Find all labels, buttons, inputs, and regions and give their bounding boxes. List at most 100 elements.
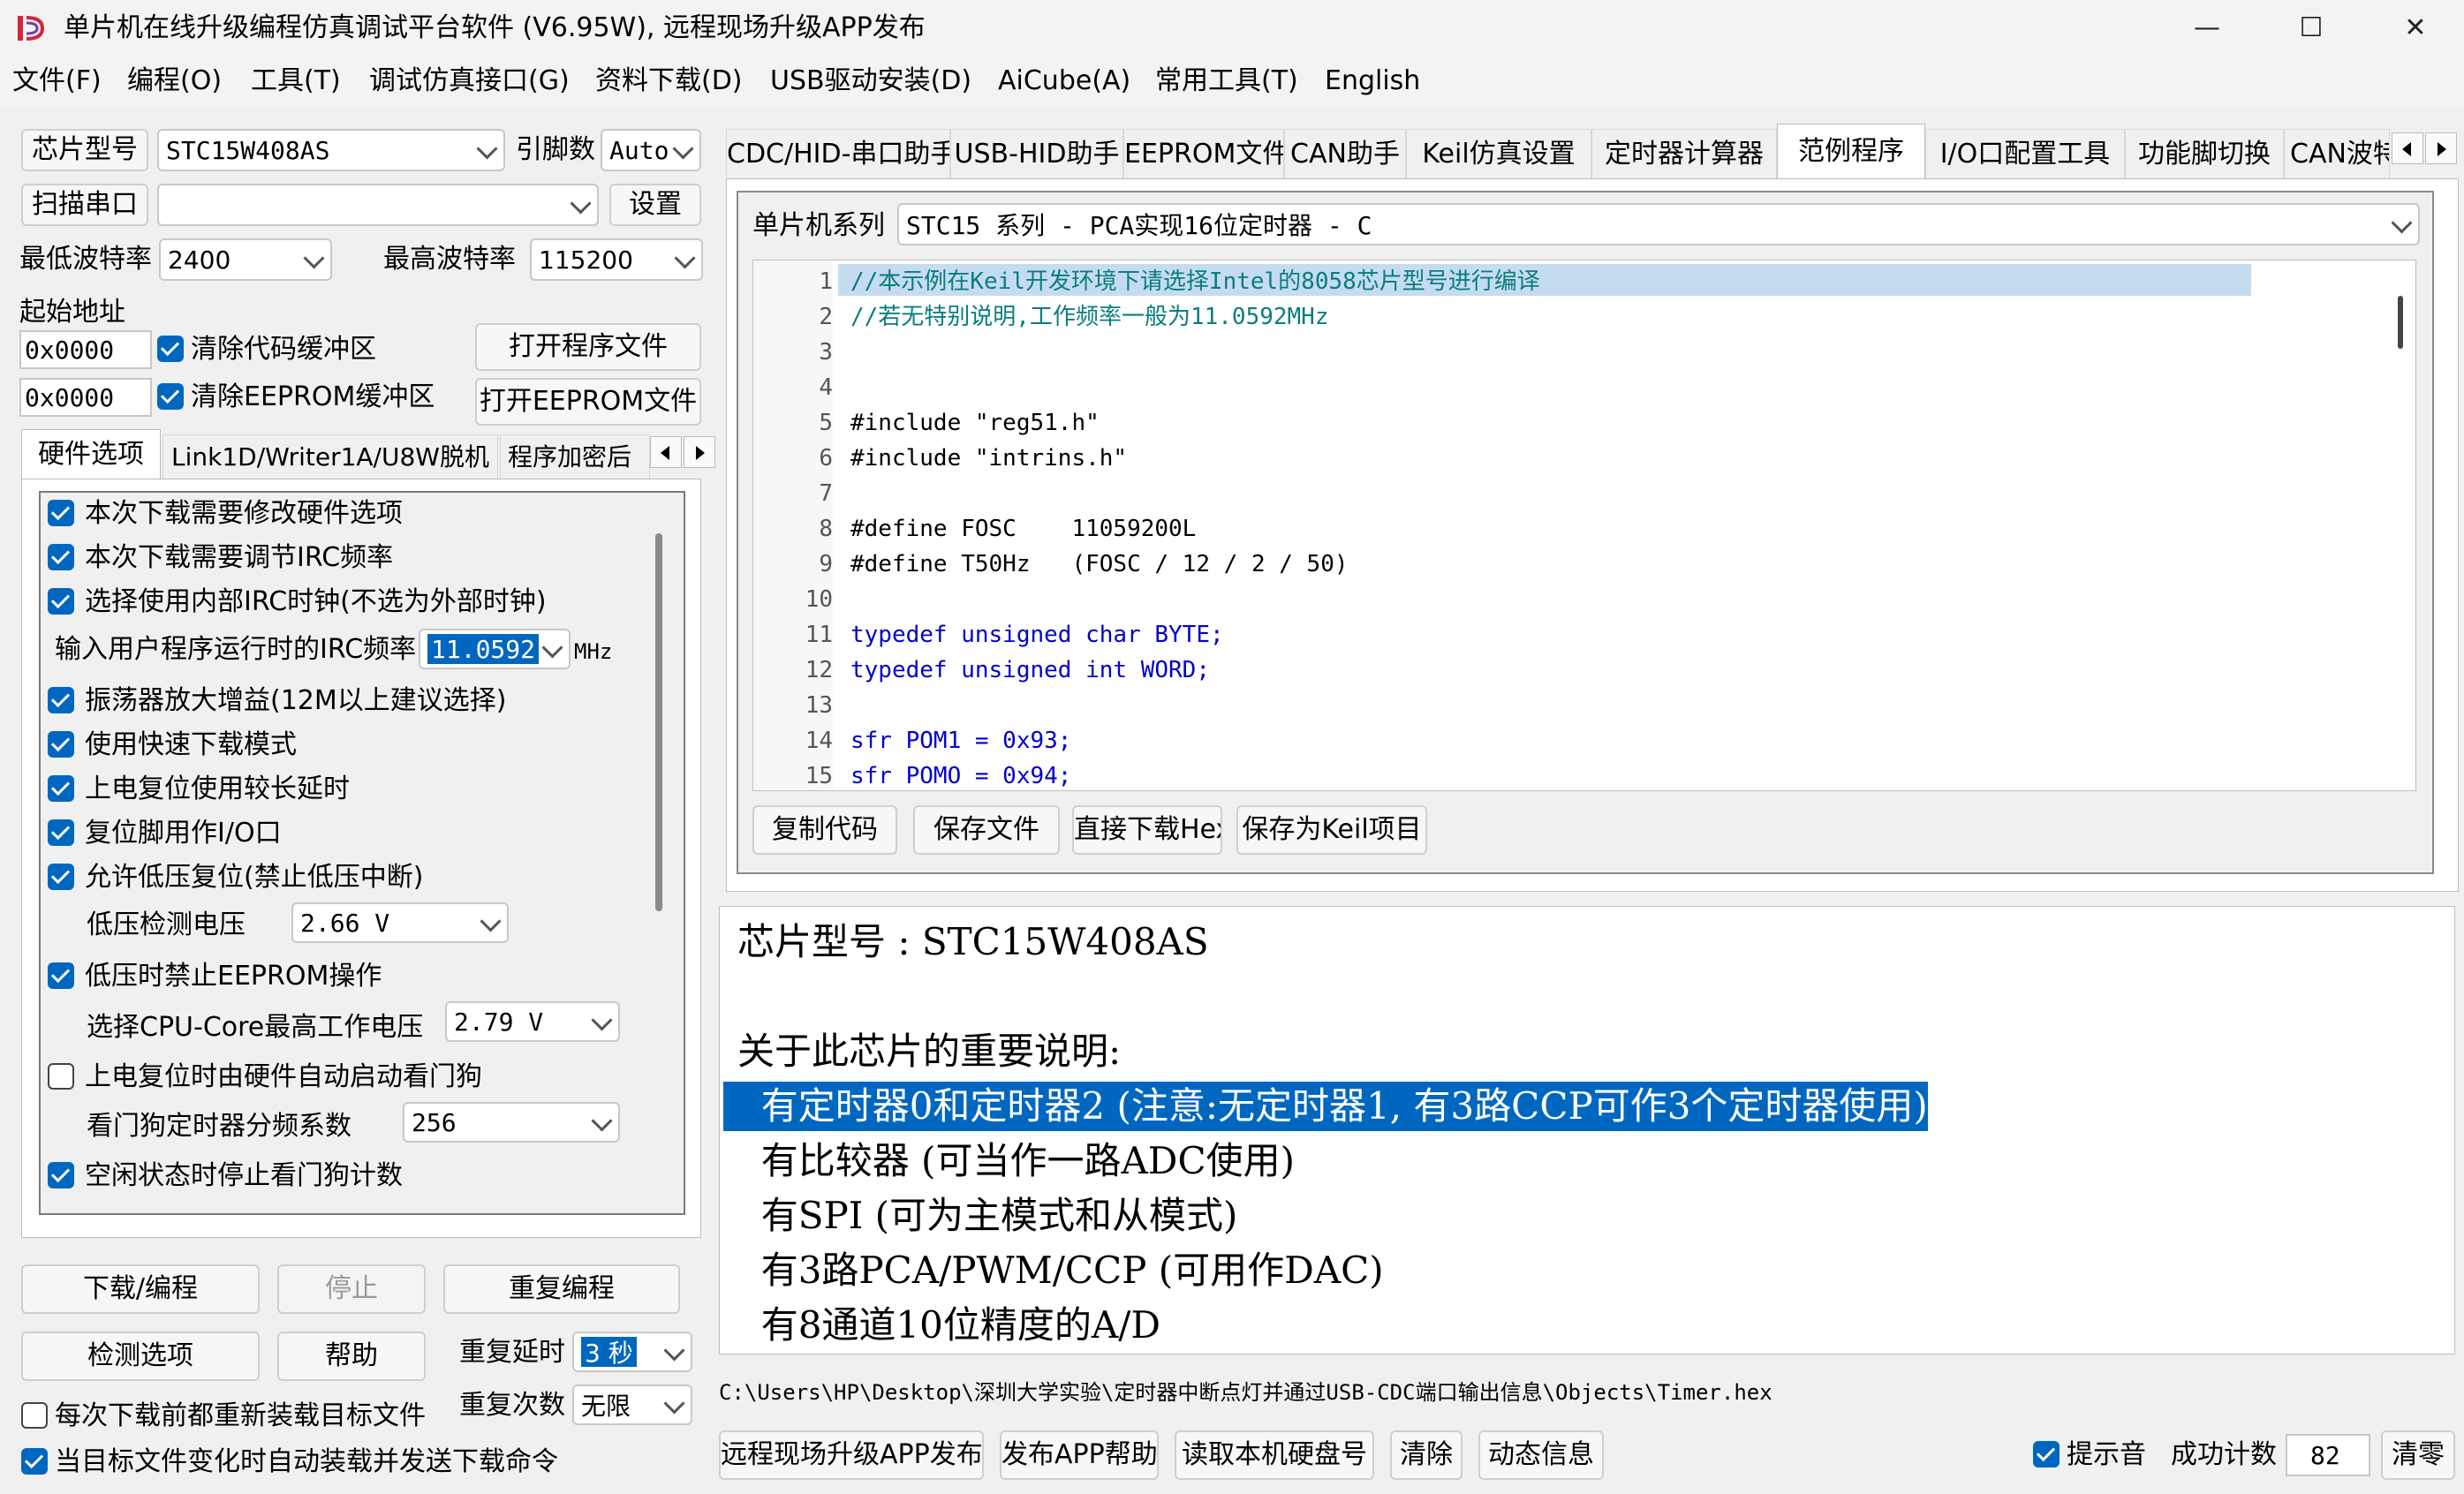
code-line: 11 typedef unsigned char BYTE; [753, 617, 2396, 653]
sound-checkbox[interactable] [2033, 1441, 2060, 1468]
menu-usb-driver[interactable]: USB驱动安装(D) [770, 64, 971, 99]
max-baud-select[interactable]: 115200 [530, 238, 703, 281]
tab-keil-sim[interactable]: Keil仿真设置 [1406, 129, 1591, 178]
watchdog-prescale-select[interactable]: 256 [403, 1102, 620, 1143]
code-scrollbar[interactable] [2398, 296, 2403, 349]
close-button[interactable]: ✕ [2363, 0, 2464, 57]
maximize-button[interactable]: ☐ [2259, 0, 2363, 57]
menu-aicube[interactable]: AiCube(A) [998, 64, 1130, 99]
cpu-voltage-select[interactable]: 2.79 V [445, 1001, 620, 1042]
option-checkbox-2[interactable] [48, 544, 74, 570]
menu-tools[interactable]: 工具(T) [251, 64, 341, 99]
settings-button[interactable]: 设置 [609, 184, 701, 226]
menu-english[interactable]: English [1325, 64, 1420, 99]
dynamic-info-button[interactable]: 动态信息 [1478, 1430, 1604, 1480]
open-eeprom-button[interactable]: 打开EEPROM文件 [475, 378, 701, 426]
pins-select[interactable]: Auto [601, 129, 701, 171]
remote-upgrade-button[interactable]: 远程现场升级APP发布 [719, 1430, 984, 1480]
option-checkbox-10[interactable] [48, 1063, 74, 1090]
option-checkbox-6[interactable] [48, 775, 74, 802]
chip-model-select[interactable]: STC15W408AS [157, 129, 505, 171]
option-checkbox-11[interactable] [48, 1162, 74, 1188]
auto-send-checkbox[interactable] [21, 1448, 48, 1475]
mcu-series-select[interactable]: STC15 系列 - PCA实现16位定时器 - C [897, 203, 2420, 245]
success-count-label: 成功计数 [2171, 1439, 2277, 1470]
scan-port-button[interactable]: 扫描串口 [21, 184, 148, 226]
code-text: typedef unsigned int WORD; [850, 657, 1210, 683]
save-file-button[interactable]: 保存文件 [913, 805, 1060, 855]
eeprom-address-input[interactable]: 0x0000 [19, 378, 152, 417]
tab-scroll-left-icon[interactable] [2392, 132, 2423, 164]
irc-frequency-select[interactable]: 11.0592 [419, 629, 571, 669]
code-text: //本示例在Keil开发环境下请选择Intel的8058芯片型号进行编译 [850, 268, 1540, 295]
chevron-down-icon [663, 1339, 685, 1362]
save-keil-project-button[interactable]: 保存为Keil项目 [1236, 805, 1427, 855]
option-checkbox-1[interactable] [48, 500, 74, 526]
option-checkbox-5[interactable] [48, 731, 74, 758]
tab-io-config[interactable]: I/O口配置工具 [1925, 129, 2125, 178]
download-program-button[interactable]: 下载/编程 [21, 1264, 260, 1314]
menu-program[interactable]: 编程(O) [127, 64, 222, 99]
low-voltage-select[interactable]: 2.66 V [291, 902, 509, 943]
line-number: 8 [819, 516, 833, 542]
app-help-button[interactable]: 发布APP帮助 [1000, 1430, 1159, 1480]
read-disk-button[interactable]: 读取本机硬盘号 [1175, 1430, 1374, 1480]
tab-can-baud[interactable]: CAN波特 [2284, 129, 2390, 178]
tab-scroll-right-icon[interactable] [2425, 132, 2457, 164]
tab-can-assistant[interactable]: CAN助手 [1284, 129, 1406, 178]
irc-frequency-label: 输入用户程序运行时的IRC频率 [55, 634, 417, 665]
auto-send-label: 当目标文件变化时自动装载并发送下载命令 [55, 1446, 558, 1477]
reprogram-button[interactable]: 重复编程 [443, 1264, 680, 1314]
clear-code-checkbox[interactable] [157, 336, 184, 362]
minimize-button[interactable]: — [2155, 0, 2259, 57]
tab-example-programs[interactable]: 范例程序 [1777, 124, 1925, 178]
menu-common-tools[interactable]: 常用工具(T) [1155, 64, 1298, 99]
repeat-delay-select[interactable]: 3 秒 [572, 1332, 692, 1372]
reset-count-button[interactable]: 清零 [2381, 1430, 2455, 1480]
max-baud-label: 最高波特率 [383, 244, 516, 275]
option-label-10: 上电复位时由硬件自动启动看门狗 [85, 1061, 482, 1092]
chevron-down-icon [570, 192, 592, 215]
option-checkbox-9[interactable] [48, 962, 74, 989]
reload-label: 每次下载前都重新装载目标文件 [55, 1400, 426, 1431]
tab-pin-switch[interactable]: 功能脚切换 [2125, 129, 2284, 178]
menu-download[interactable]: 资料下载(D) [595, 64, 743, 99]
tab-eeprom-file[interactable]: EEPROM文件 [1123, 129, 1284, 178]
code-address-input[interactable]: 0x0000 [19, 330, 152, 369]
menu-file[interactable]: 文件(F) [12, 64, 102, 99]
repeat-count-select[interactable]: 无限 [572, 1385, 692, 1425]
line-number: 9 [819, 551, 833, 577]
clear-eeprom-checkbox[interactable] [157, 383, 184, 410]
tab-usb-hid[interactable]: USB-HID助手 [950, 129, 1123, 178]
option-checkbox-8[interactable] [48, 864, 74, 890]
window-title: 单片机在线升级编程仿真调试平台软件 (V6.95W), 远程现场升级APP发布 [64, 12, 926, 43]
chevron-down-icon [591, 1009, 613, 1031]
tab-scroll-left-icon[interactable] [650, 436, 682, 468]
stop-button[interactable]: 停止 [277, 1264, 426, 1314]
download-hex-button[interactable]: 直接下载Hex [1072, 805, 1222, 855]
tab-offline-writer[interactable]: Link1D/Writer1A/U8W脱机 [163, 434, 498, 479]
tab-encryption[interactable]: 程序加密后 [500, 434, 650, 479]
reload-checkbox[interactable] [21, 1402, 48, 1429]
copy-code-button[interactable]: 复制代码 [752, 805, 897, 855]
clear-code-label: 清除代码缓冲区 [191, 334, 376, 365]
option-checkbox-3[interactable] [48, 588, 74, 615]
tab-timer-calc[interactable]: 定时器计算器 [1591, 129, 1777, 178]
option-checkbox-7[interactable] [48, 819, 74, 846]
open-program-button[interactable]: 打开程序文件 [475, 323, 701, 371]
options-scrollbar[interactable] [655, 533, 662, 911]
code-text: #include "reg51.h" [850, 410, 1100, 436]
clear-info-button[interactable]: 清除 [1390, 1430, 1463, 1480]
code-editor[interactable]: 1 //本示例在Keil开发环境下请选择Intel的8058芯片型号进行编译 2 //… [752, 260, 2416, 791]
tab-scroll-right-icon[interactable] [684, 436, 715, 468]
port-select[interactable] [157, 184, 599, 226]
help-button[interactable]: 帮助 [277, 1332, 426, 1381]
option-checkbox-4[interactable] [48, 687, 74, 713]
menu-debug[interactable]: 调试仿真接口(G) [369, 64, 570, 99]
min-baud-select[interactable]: 2400 [159, 238, 332, 281]
tab-cdc-hid-serial[interactable]: CDC/HID-串口助手 [726, 129, 950, 178]
check-options-button[interactable]: 检测选项 [21, 1332, 260, 1381]
info-line: 有3路PCA/PWM/CCP (可用作DAC) [737, 1249, 1384, 1292]
cpu-voltage-value: 2.79 V [454, 1007, 544, 1037]
tab-hardware-options[interactable]: 硬件选项 [21, 429, 161, 479]
